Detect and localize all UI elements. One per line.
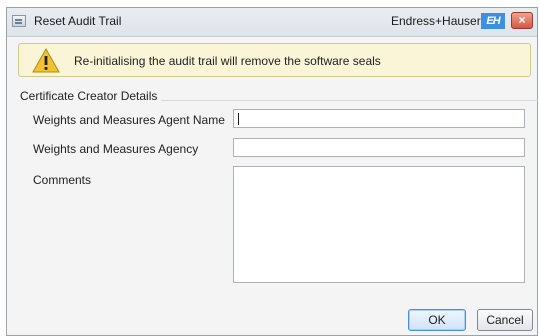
reset-audit-trail-dialog: Reset Audit Trail Endress+Hauser EH × Re… [6, 7, 538, 336]
brand-logo-icon: EH [481, 13, 505, 29]
close-button[interactable]: × [511, 12, 533, 29]
app-window-icon [12, 15, 26, 27]
title-bar[interactable]: Reset Audit Trail Endress+Hauser EH × [7, 8, 537, 37]
agency-label: Weights and Measures Agency [33, 142, 199, 156]
ok-button[interactable]: OK [408, 309, 466, 331]
warning-message: Re-initialising the audit trail will rem… [74, 54, 381, 68]
warning-banner: Re-initialising the audit trail will rem… [18, 43, 531, 77]
cancel-button[interactable]: Cancel [477, 309, 533, 331]
comments-textarea[interactable] [233, 166, 525, 283]
brand-name: Endress+Hauser [391, 14, 481, 28]
agency-field[interactable] [233, 138, 525, 157]
group-title: Certificate Creator Details [20, 89, 162, 103]
agent-name-label: Weights and Measures Agent Name [33, 113, 225, 127]
agent-name-field[interactable] [233, 109, 525, 128]
window-title: Reset Audit Trail [34, 14, 122, 28]
comments-label: Comments [33, 173, 92, 187]
text-cursor [238, 113, 239, 125]
warning-icon [32, 48, 60, 73]
